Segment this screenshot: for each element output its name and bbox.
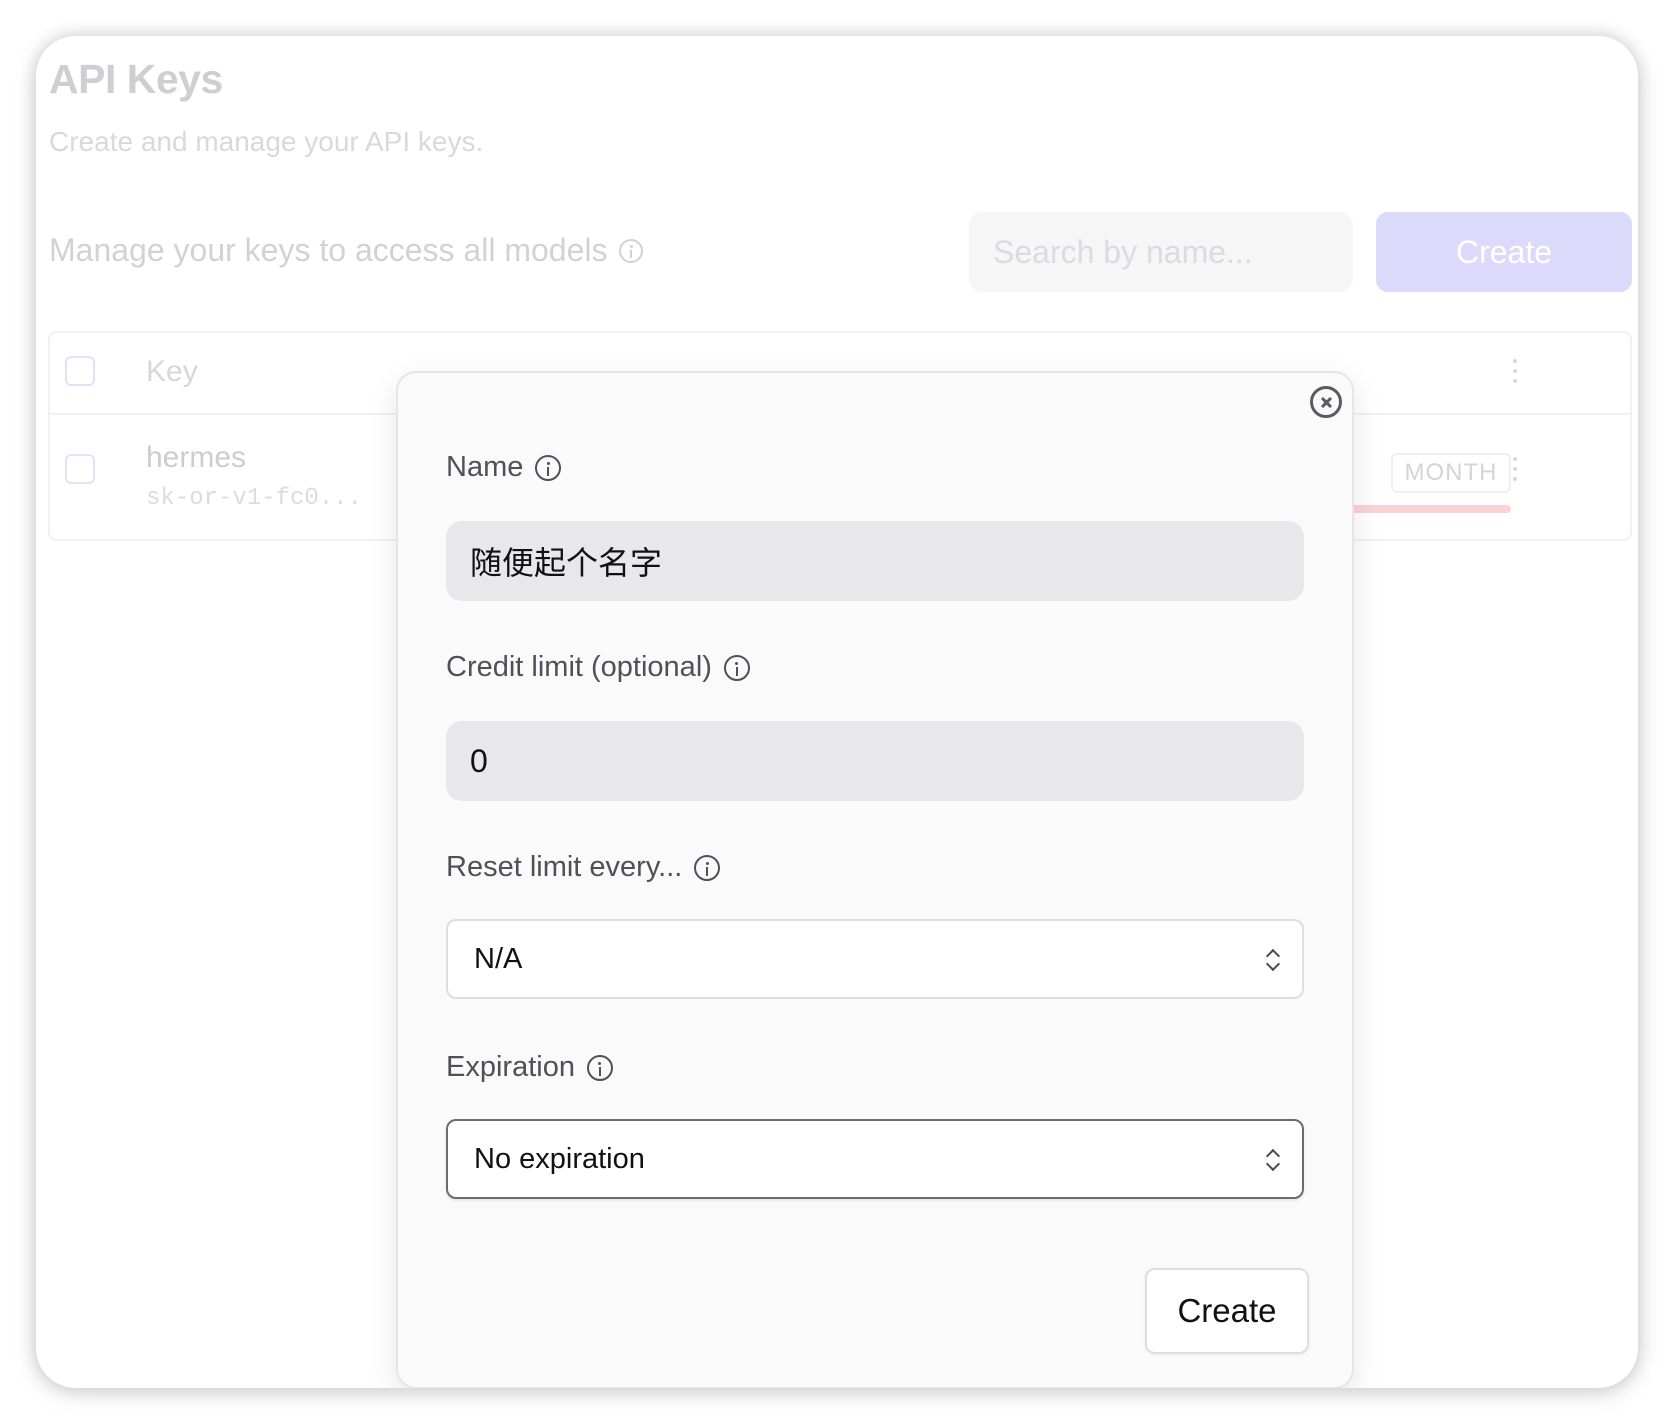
info-icon [619, 238, 644, 263]
name-input[interactable]: 随便起个名字 [446, 521, 1304, 601]
header-kebab-menu-icon[interactable] [1512, 359, 1518, 387]
chevron-up-down-icon [1265, 947, 1281, 973]
reset-badge: MONTH [1391, 453, 1511, 493]
row-key-value: sk-or-v1-fc0... [146, 485, 363, 512]
reset-limit-value: N/A [474, 942, 523, 975]
info-icon[interactable] [694, 854, 721, 881]
column-header-key: Key [146, 355, 198, 388]
section-label: Manage your keys to access all models [49, 232, 644, 269]
name-label-text: Name [446, 451, 524, 483]
credit-limit-label: Credit limit (optional) [446, 651, 750, 684]
row-kebab-menu-icon[interactable] [1512, 457, 1518, 485]
create-key-dialog: Name 随便起个名字 Credit limit (optional) 0 Re… [396, 371, 1354, 1388]
credit-limit-label-text: Credit limit (optional) [446, 651, 712, 683]
info-icon[interactable] [535, 454, 562, 481]
close-icon[interactable] [1310, 386, 1342, 418]
create-button[interactable]: Create [1145, 1268, 1309, 1354]
info-icon[interactable] [586, 1054, 613, 1081]
expiration-label: Expiration [446, 1051, 613, 1084]
section-label-text: Manage your keys to access all models [49, 232, 608, 268]
chevron-up-down-icon [1265, 1147, 1281, 1173]
reset-limit-label-text: Reset limit every... [446, 851, 683, 883]
expiration-label-text: Expiration [446, 1051, 575, 1083]
row-checkbox[interactable] [65, 454, 95, 484]
name-label: Name [446, 451, 562, 484]
page-subtitle: Create and manage your API keys. [49, 126, 484, 157]
expiration-select[interactable]: No expiration [446, 1119, 1304, 1199]
reset-limit-label: Reset limit every... [446, 851, 721, 884]
page-title: API Keys [49, 56, 223, 102]
select-all-checkbox[interactable] [65, 356, 95, 386]
app-window: API Keys Create and manage your API keys… [36, 36, 1638, 1388]
info-icon[interactable] [723, 654, 750, 681]
expiration-value: No expiration [474, 1142, 645, 1175]
create-key-button[interactable]: Create [1376, 212, 1632, 292]
reset-limit-select[interactable]: N/A [446, 919, 1304, 999]
search-input[interactable] [969, 212, 1353, 292]
row-key-name: hermes [146, 441, 247, 474]
credit-limit-input[interactable]: 0 [446, 721, 1304, 801]
